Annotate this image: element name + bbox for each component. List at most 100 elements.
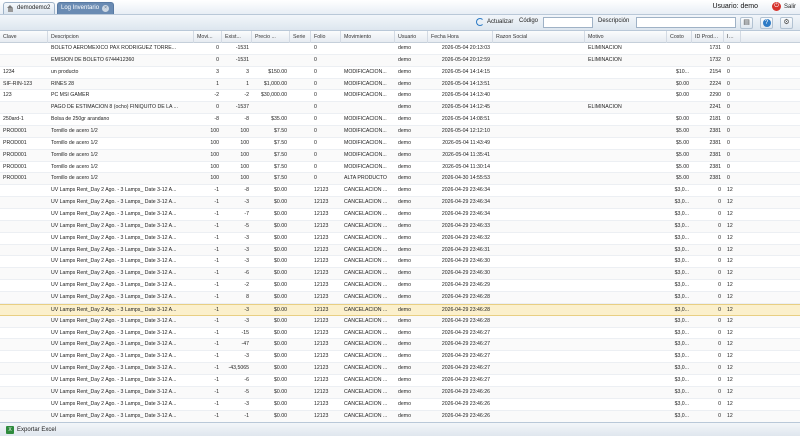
table-cell: 0	[727, 175, 730, 182]
table-row[interactable]: 1234 un producto 3 3 $150.00 0 MODIFICACION...…	[0, 67, 800, 79]
settings-button[interactable]: ⚙	[780, 17, 793, 29]
table-cell: Tornillo de acero 1/2	[51, 163, 98, 170]
refresh-button[interactable]: Actualizar	[476, 18, 513, 26]
column-header[interactable]: Movimiento	[341, 31, 395, 43]
table-cell: demo	[398, 329, 411, 336]
table-row[interactable]: UV Lamps Rent_Day 2 Ago. - 3 Lamps_ Date…	[0, 220, 800, 233]
column-header[interactable]: Motivo	[585, 31, 667, 43]
table-cell: -8	[214, 116, 219, 123]
close-tab-icon[interactable]: ×	[102, 5, 110, 12]
table-row[interactable]: UV Lamps Rent_Day 2 Ago. - 3 Lamps_ Date…	[0, 244, 800, 257]
table-row[interactable]: UV Lamps Rent_Day 2 Ago. - 3 Lamps_ Date…	[0, 328, 800, 340]
column-header[interactable]: ID ...	[724, 31, 741, 43]
table-row[interactable]: BOLETO AEROMEXICO PAX RODRIGUEZ TORRE...…	[0, 43, 800, 55]
table-row[interactable]: PROD001 Tornillo de acero 1/2 100 100 $7.50 0…	[0, 173, 800, 186]
table-row[interactable]: PROD001 Tornillo de acero 1/2 100 100 $7.50 0…	[0, 138, 800, 150]
table-cell: 0	[727, 45, 730, 51]
table-row[interactable]: UV Lamps Rent_Day 2 Ago. - 3 Lamps_ Date…	[0, 315, 800, 328]
table-cell: -8	[244, 187, 249, 194]
table-row[interactable]: PROD001 Tornillo de acero 1/2 100 100 $7.50 0…	[0, 162, 800, 174]
table-cell: 100	[240, 175, 249, 182]
descripcion-input[interactable]	[636, 17, 736, 28]
column-header[interactable]: ID Produ...	[692, 31, 724, 43]
table-cell	[585, 339, 667, 350]
column-header[interactable]: Descripcion	[48, 31, 194, 43]
toolbar: Actualizar Código Descripción ▤ ? ⚙	[0, 15, 800, 31]
table-row[interactable]: UV Lamps Rent_Day 2 Ago. - 3 Lamps_ Date…	[0, 268, 800, 281]
table-cell	[341, 43, 395, 54]
column-header[interactable]: Folio	[311, 31, 341, 43]
table-cell: UV Lamps Rent_Day 2 Ago. - 3 Lamps_ Date…	[51, 400, 177, 407]
table-cell: UV Lamps Rent_Day 2 Ago. - 3 Lamps_ Date…	[51, 388, 177, 395]
table-cell	[493, 55, 585, 66]
table-row[interactable]: UV Lamps Rent_Day 2 Ago. - 3 Lamps_ Date…	[0, 256, 800, 269]
table-row[interactable]: 123 PC MSI GAMER -2 -2 $30,000.00 0 MODIFICACI…	[0, 90, 800, 103]
table-cell: 12123	[314, 365, 329, 372]
table-cell: -43,5065	[228, 365, 249, 372]
table-row[interactable]: UV Lamps Rent_Day 2 Ago. - 3 Lamps_ Date…	[0, 303, 800, 316]
table-cell: -6	[244, 270, 249, 277]
table-cell: ALTA PRODUCTO	[344, 175, 387, 182]
table-cell: 0	[718, 353, 721, 360]
column-header[interactable]: Usuario	[395, 31, 428, 43]
table-row[interactable]: UV Lamps Rent_Day 2 Ago. - 3 Lamps_ Date…	[0, 233, 800, 245]
column-header[interactable]: Precio ...	[252, 31, 290, 43]
column-header[interactable]: Serie	[290, 31, 311, 43]
table-row[interactable]: UV Lamps Rent_Day 2 Ago. - 3 Lamps_ Date…	[0, 197, 800, 210]
table-cell: 12123	[314, 294, 329, 301]
table-cell: un producto	[51, 68, 79, 75]
table-row[interactable]: PAGO DE ESTIMACION 8 (ocho) FINIQUITO DE…	[0, 102, 800, 115]
table-row[interactable]: UV Lamps Rent_Day 2 Ago. - 3 Lamps_ Date…	[0, 399, 800, 411]
help-button[interactable]: ?	[760, 17, 773, 29]
table-row[interactable]: UV Lamps Rent_Day 2 Ago. - 3 Lamps_ Date…	[0, 339, 800, 352]
table-cell	[585, 126, 667, 137]
column-header[interactable]: Fecha Hora	[428, 31, 493, 43]
inventory-log-grid: Clave Descripcion Movi... Exist... Precio ..…	[0, 31, 800, 422]
table-cell	[493, 387, 585, 398]
table-cell	[0, 316, 48, 327]
column-header[interactable]: Movi...	[194, 31, 222, 43]
table-cell: UV Lamps Rent_Day 2 Ago. - 3 Lamps_ Date…	[51, 234, 177, 241]
table-cell: $0.00	[274, 199, 287, 206]
table-row[interactable]: UV Lamps Rent_Day 2 Ago. - 3 Lamps_ Date…	[0, 292, 800, 304]
column-header[interactable]: Costo	[667, 31, 692, 43]
print-button[interactable]: ▤	[740, 17, 753, 29]
table-cell	[585, 114, 667, 125]
table-row[interactable]: 250ard-1 Bolsa de 250gr arandano -8 -8 $35.0…	[0, 114, 800, 127]
column-header[interactable]: Exist...	[222, 31, 252, 43]
table-cell	[290, 280, 311, 291]
table-cell: 100	[210, 151, 219, 158]
table-row[interactable]: UV Lamps Rent_Day 2 Ago. - 3 Lamps_ Date…	[0, 280, 800, 293]
table-row[interactable]: PROD001 Tornillo de acero 1/2 100 100 $7.50 0…	[0, 149, 800, 162]
table-cell: $0.00	[274, 187, 287, 194]
table-cell: 2026-04-29 23:46:26	[441, 388, 490, 395]
table-row[interactable]: UV Lamps Rent_Day 2 Ago. - 3 Lamps_ Date…	[0, 363, 800, 376]
export-excel-button[interactable]: X Exportar Excel	[6, 426, 56, 434]
table-row[interactable]: EMISION DE BOLETO 6744412360 0 -1531 0 demo 2…	[0, 54, 800, 67]
table-row[interactable]: UV Lamps Rent_Day 2 Ago. - 3 Lamps_ Date…	[0, 375, 800, 387]
table-cell	[0, 245, 48, 256]
table-cell	[493, 411, 585, 422]
table-cell	[585, 351, 667, 362]
table-row[interactable]: SIF-RIN-123 RINES 28 1 1 $1,000.00 0 MODIFICAC…	[0, 78, 800, 91]
table-row[interactable]: UV Lamps Rent_Day 2 Ago. - 3 Lamps_ Date…	[0, 185, 800, 198]
table-cell: UV Lamps Rent_Day 2 Ago. - 3 Lamps_ Date…	[51, 353, 177, 360]
column-header[interactable]: Clave	[0, 31, 48, 43]
column-header[interactable]: Razon Social	[493, 31, 585, 43]
table-cell	[585, 233, 667, 244]
table-cell	[290, 43, 311, 54]
tab-demodemo2[interactable]: demodemo2	[3, 2, 56, 14]
table-cell: 3	[246, 68, 249, 75]
tab-log-inventario[interactable]: Log Inventario ×	[57, 2, 115, 14]
table-row[interactable]: PROD001 Tornillo de acero 1/2 100 100 $7.50 0…	[0, 126, 800, 138]
codigo-input[interactable]	[543, 17, 593, 28]
table-row[interactable]: UV Lamps Rent_Day 2 Ago. - 3 Lamps_ Date…	[0, 351, 800, 364]
table-cell: 0	[727, 139, 730, 146]
table-cell: -3	[244, 199, 249, 206]
logout-button[interactable]: ⏻ Salir	[771, 2, 796, 11]
table-cell: 1731	[709, 45, 721, 51]
table-row[interactable]: UV Lamps Rent_Day 2 Ago. - 3 Lamps_ Date…	[0, 209, 800, 221]
table-row[interactable]: UV Lamps Rent_Day 2 Ago. - 3 Lamps_ Date…	[0, 410, 800, 422]
table-row[interactable]: UV Lamps Rent_Day 2 Ago. - 3 Lamps_ Date…	[0, 386, 800, 399]
print-icon: ▤	[743, 19, 750, 26]
